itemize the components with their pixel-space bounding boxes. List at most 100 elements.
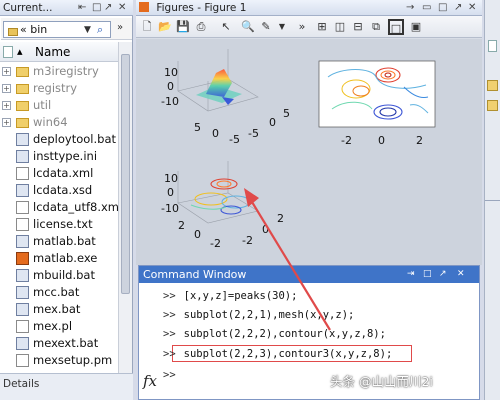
file-item[interactable]: mbuild.bat — [0, 267, 118, 284]
edit-plot-icon[interactable]: ↖ — [218, 19, 234, 35]
file-item[interactable]: deploytool.bat — [0, 131, 118, 148]
mesh-y-tick: 5 — [283, 107, 290, 120]
dock-icon[interactable]: ⇥ — [407, 268, 415, 280]
command-window-title-bar: Command Window ⇥ □ ↗ ✕ — [139, 266, 479, 283]
maximize-icon[interactable]: □ — [438, 2, 447, 14]
top-bottom-split-icon[interactable]: ⊟ — [350, 19, 366, 35]
file-item[interactable]: lcdata.xsd — [0, 182, 118, 199]
contour-x-tick: 2 — [416, 134, 423, 147]
dock-icon[interactable]: ⇤ — [78, 2, 86, 14]
file-item[interactable]: mcc.bat — [0, 284, 118, 301]
folder-icon — [16, 118, 29, 128]
expand-icon[interactable]: + — [2, 118, 11, 127]
mesh-x-tick: 5 — [194, 121, 201, 134]
file-item[interactable]: mexsetup.pm — [0, 352, 118, 369]
grid-icon — [487, 80, 498, 91]
tile-icon[interactable]: ⊞ — [314, 19, 330, 35]
command-line: >> subplot(2,2,3),contour3(x,y,z,8); — [163, 348, 393, 360]
figure-title-bar: Figures - Figure 1 → ▭ □ ↗ ✕ — [136, 0, 482, 16]
save-icon[interactable]: 💾 — [175, 19, 191, 35]
mesh-z-tick: 10 — [164, 66, 178, 79]
column-header[interactable]: ▴ Name — [0, 42, 118, 62]
mesh-y-tick: -5 — [248, 127, 259, 140]
file-item[interactable]: lcdata_utf8.xml — [0, 199, 118, 216]
left-right-split-icon[interactable]: ◫ — [332, 19, 348, 35]
search-icon[interactable]: ⌕ — [97, 22, 103, 37]
file-name: matlab.exe — [33, 251, 98, 265]
file-name: deploytool.bat — [33, 132, 116, 146]
document-icon — [16, 354, 29, 367]
vertical-scrollbar[interactable] — [118, 42, 132, 373]
file-item[interactable]: insttype.ini — [0, 148, 118, 165]
script-file-icon — [16, 133, 29, 146]
undock-icon[interactable]: ↗ — [104, 2, 112, 14]
brush-dropdown-icon[interactable]: ▼ — [274, 19, 290, 35]
mesh-subplot[interactable]: 10 0 -10 5 0 -5 -5 0 5 — [136, 39, 312, 146]
folder-item[interactable]: + win64 — [0, 114, 118, 131]
maximize-icon[interactable]: □ — [92, 2, 101, 14]
contour3-x-tick: 0 — [194, 228, 201, 241]
expand-icon[interactable]: + — [2, 67, 11, 76]
more-icon[interactable]: » — [117, 22, 123, 33]
matlab-icon — [16, 252, 29, 265]
file-item[interactable]: lcdata.xml — [0, 165, 118, 182]
path-field[interactable]: « bin ▼ ⌕ — [3, 21, 111, 38]
file-name: registry — [33, 81, 78, 95]
command-window-title: Command Window — [143, 268, 247, 281]
expand-icon[interactable]: + — [2, 84, 11, 93]
details-label: Details — [3, 378, 40, 390]
folder-item[interactable]: + registry — [0, 80, 118, 97]
undock-icon[interactable]: ↗ — [454, 2, 462, 14]
address-bar: « bin ▼ ⌕ » — [1, 18, 132, 40]
brush-icon[interactable]: ✎ — [258, 19, 274, 35]
script-file-icon — [16, 269, 29, 282]
command-input-line[interactable]: >> — [163, 367, 184, 384]
function-browser-icon[interactable]: fx — [143, 372, 157, 390]
scrollbar-thumb[interactable] — [121, 54, 130, 294]
more-tools-icon[interactable]: » — [294, 19, 310, 35]
select-all-checkbox[interactable] — [3, 46, 13, 58]
file-item[interactable]: mex.pl — [0, 318, 118, 335]
subplots-svg: 10 0 -10 5 0 -5 -5 0 5 -2 0 2 10 0 -10 2… — [136, 39, 436, 250]
figure-toolbar: 🗋 📂 💾 ⎙ ↖ 🔍 ✎ ▼ » ⊞ ◫ ⊟ ⧉ □ ▣ — [136, 16, 482, 38]
open-icon[interactable]: 📂 — [157, 19, 173, 35]
details-panel[interactable]: Details — [0, 373, 133, 400]
close-icon[interactable]: ✕ — [118, 2, 126, 14]
script-file-icon — [16, 337, 29, 350]
command-line: >> [x,y,z]=peaks(30); — [163, 290, 298, 302]
contour-subplot[interactable]: -2 0 2 — [318, 60, 436, 147]
file-item[interactable]: mexext.bat — [0, 335, 118, 352]
close-icon[interactable]: ✕ — [468, 2, 476, 14]
file-name: lcdata.xsd — [33, 183, 93, 197]
print-icon[interactable]: ⎙ — [193, 19, 209, 35]
document-icon — [16, 167, 29, 180]
chevron-down-icon[interactable]: ▼ — [84, 23, 91, 38]
file-name: util — [33, 98, 52, 112]
file-item[interactable]: license.txt — [0, 216, 118, 233]
zoom-icon[interactable]: 🔍 — [240, 19, 256, 35]
maximize-layout-icon[interactable]: □ — [388, 19, 404, 35]
workspace-tab[interactable] — [488, 40, 497, 52]
expand-icon[interactable]: + — [2, 101, 11, 110]
mesh-z-tick: 0 — [167, 80, 174, 93]
figure-canvas[interactable]: 10 0 -10 5 0 -5 -5 0 5 -2 0 2 10 0 -10 2… — [136, 39, 482, 265]
new-figure-icon[interactable]: 🗋 — [139, 19, 155, 35]
file-item[interactable]: matlab.exe — [0, 250, 118, 267]
folder-item[interactable]: + util — [0, 97, 118, 114]
contour3-subplot[interactable]: 10 0 -10 2 0 -2 -2 0 2 — [161, 161, 284, 250]
command-line: >> subplot(2,2,2),contour(x,y,z,8); — [163, 328, 386, 340]
contour3-x-tick: -2 — [210, 237, 221, 250]
contour3-x-tick: 2 — [178, 219, 185, 232]
maximize-icon[interactable]: □ — [423, 268, 432, 280]
close-icon[interactable]: ✕ — [457, 268, 465, 280]
file-item[interactable]: matlab.bat — [0, 233, 118, 250]
minimize-icon[interactable]: ▭ — [422, 2, 431, 14]
docked-figure-icon[interactable]: ▣ — [408, 19, 424, 35]
folder-item[interactable]: + m3iregistry — [0, 63, 118, 80]
dock-icon[interactable]: → — [406, 2, 414, 14]
workspace-panel-edge — [484, 0, 500, 400]
path-text: « bin — [20, 23, 48, 36]
file-item[interactable]: mex.bat — [0, 301, 118, 318]
float-icon[interactable]: ⧉ — [368, 19, 384, 35]
undock-icon[interactable]: ↗ — [439, 268, 447, 280]
